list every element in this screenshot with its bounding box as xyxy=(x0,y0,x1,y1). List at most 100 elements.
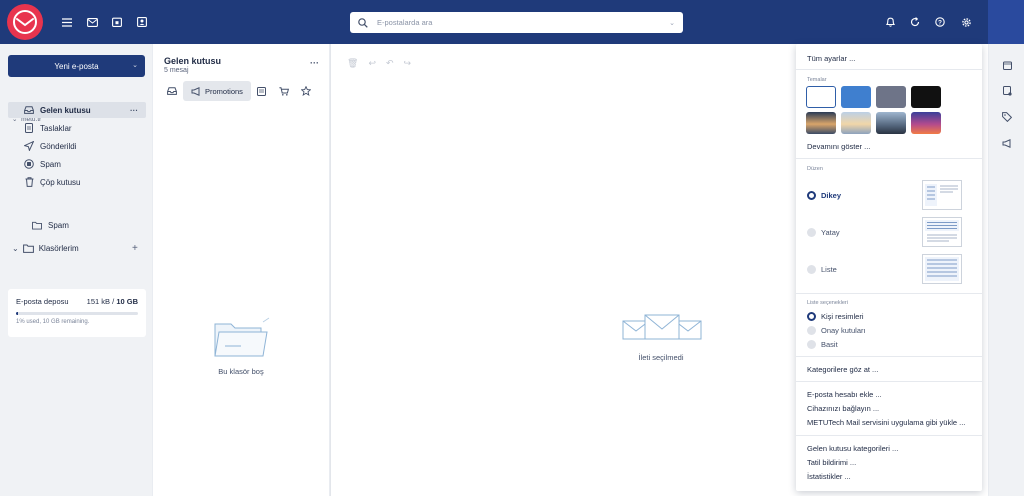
tab-favorites[interactable] xyxy=(295,81,317,101)
storage-total: 10 GB xyxy=(116,297,138,306)
chevron-down-icon: ⌄ xyxy=(12,244,19,253)
megaphone-icon xyxy=(191,86,200,96)
delete-icon[interactable]: 🗑 xyxy=(347,58,358,69)
theme-swatch-sunset[interactable] xyxy=(911,112,941,134)
layout-option-list[interactable]: Liste xyxy=(807,265,837,274)
cart-icon xyxy=(279,86,289,96)
help-icon[interactable]: ? xyxy=(932,14,948,30)
no-message-selected: İleti seçilmedi xyxy=(638,353,684,362)
vacation-notice-link[interactable]: Tatil bildirimi ... xyxy=(807,458,856,467)
radio-unselected-icon xyxy=(807,265,816,274)
list-option-simple[interactable]: Basit xyxy=(807,340,838,349)
theme-swatch-white[interactable] xyxy=(806,86,836,108)
theme-swatch-black[interactable] xyxy=(911,86,941,108)
mail-icon[interactable] xyxy=(84,14,100,30)
more-icon[interactable]: ··· xyxy=(130,106,138,115)
sidebar-item-inbox[interactable]: Gelen kutusu ··· xyxy=(8,102,146,118)
app-logo[interactable] xyxy=(7,4,43,40)
bell-icon[interactable] xyxy=(882,14,898,30)
folder-icon xyxy=(32,220,42,230)
compose-label: Yeni e-posta xyxy=(54,61,99,71)
inbox-icon xyxy=(24,105,34,115)
tab-newsletters[interactable] xyxy=(251,81,273,101)
list-options-title: Liste seçenekleri xyxy=(807,300,848,306)
theme-swatch-sky[interactable] xyxy=(841,112,871,134)
reply-all-icon[interactable]: ↶ xyxy=(386,58,394,69)
install-as-app-link[interactable]: METUTech Mail servisini uygulama gibi yü… xyxy=(807,418,965,427)
calendar-icon[interactable] xyxy=(109,14,125,30)
tab-purchases[interactable] xyxy=(273,81,295,101)
storage-remaining: 1% used, 10 GB remaining. xyxy=(16,319,90,325)
tag-icon[interactable] xyxy=(1002,112,1012,122)
storage-progress-bar xyxy=(16,312,138,315)
category-tabs: Promotions xyxy=(161,81,317,101)
divider xyxy=(796,69,982,70)
divider xyxy=(796,435,982,436)
search-input[interactable]: E-postalarda ara xyxy=(377,18,669,27)
layout-preview-vertical[interactable] xyxy=(922,180,962,210)
list-option-contact-pictures[interactable]: Kişi resimleri xyxy=(807,312,864,321)
tab-promotions[interactable]: Promotions xyxy=(183,81,251,101)
layout-option-vertical[interactable]: Dikey xyxy=(807,191,841,200)
tab-inbox[interactable] xyxy=(161,81,183,101)
list-option-label: Onay kutuları xyxy=(821,326,866,335)
sidebar-item-label: Gönderildi xyxy=(40,141,77,151)
chevron-down-icon[interactable]: ⌄ xyxy=(132,61,138,69)
radio-selected-icon xyxy=(807,191,816,200)
connect-device-link[interactable]: Cihazınızı bağlayın ... xyxy=(807,404,879,413)
menu-icon[interactable] xyxy=(59,14,75,30)
theme-swatch-gray[interactable] xyxy=(876,86,906,108)
calendar-icon[interactable] xyxy=(1002,60,1012,70)
sidebar-item-folder-spam[interactable]: Spam xyxy=(8,217,146,233)
inbox-icon xyxy=(167,87,177,95)
message-list: Gelen kutusu 5 mesaj ··· Promotions Bu k… xyxy=(153,44,329,496)
avatar[interactable] xyxy=(988,0,1024,44)
sidebar-item-drafts[interactable]: Taslaklar xyxy=(8,120,146,136)
show-more-themes-link[interactable]: Devamını göster ... xyxy=(807,142,870,151)
search-icon xyxy=(358,17,368,28)
list-option-label: Basit xyxy=(821,340,838,349)
list-option-checkboxes[interactable]: Onay kutuları xyxy=(807,326,866,335)
sidebar-item-sent[interactable]: Gönderildi xyxy=(8,138,146,154)
sidebar-item-label: Taslaklar xyxy=(40,123,72,133)
layout-option-horizontal[interactable]: Yatay xyxy=(807,228,840,237)
forward-icon[interactable]: ↪ xyxy=(404,58,412,69)
statistics-link[interactable]: İstatistikler ... xyxy=(807,472,851,481)
sidebar: Yeni e-posta ⌄ ⌄ metu.tr Gelen kutusu ··… xyxy=(0,44,152,496)
inbox-categories-link[interactable]: Gelen kutusu kategorileri ... xyxy=(807,444,898,453)
divider xyxy=(796,158,982,159)
gear-icon[interactable] xyxy=(958,14,974,30)
my-folders-label: Klasörlerim xyxy=(38,244,79,253)
themes-title: Temalar xyxy=(807,77,827,83)
megaphone-icon[interactable] xyxy=(1002,138,1012,148)
sidebar-item-spam[interactable]: Spam xyxy=(8,156,146,172)
reply-icon[interactable]: ↩ xyxy=(368,58,376,69)
sync-icon[interactable] xyxy=(907,14,923,30)
draft-icon xyxy=(24,123,34,133)
add-folder-button[interactable]: + xyxy=(132,243,138,254)
add-email-account-link[interactable]: E-posta hesabı ekle ... xyxy=(807,390,882,399)
storage-quota-card: E-posta deposu 151 kB / 10 GB 1% used, 1… xyxy=(8,289,146,337)
layout-option-label: Liste xyxy=(821,265,837,274)
tasks-icon[interactable] xyxy=(1002,86,1012,96)
search-bar[interactable]: E-postalarda ara ⌄ xyxy=(350,12,683,33)
all-settings-link[interactable]: Tüm ayarlar ... xyxy=(807,54,855,63)
layout-preview-horizontal[interactable] xyxy=(922,217,962,247)
theme-swatch-blue[interactable] xyxy=(841,86,871,108)
radio-unselected-icon xyxy=(807,228,816,237)
browse-categories-link[interactable]: Kategorilere göz at ... xyxy=(807,365,878,374)
reader-toolbar: 🗑 ↩ ↶ ↪ xyxy=(347,58,411,69)
layout-preview-list[interactable] xyxy=(922,254,962,284)
envelope-logo-icon xyxy=(13,10,37,34)
sidebar-item-label: Gelen kutusu xyxy=(40,105,91,115)
theme-swatch-landscape[interactable] xyxy=(806,112,836,134)
envelopes-icon xyxy=(622,314,702,340)
theme-swatch-city[interactable] xyxy=(876,112,906,134)
compose-button[interactable]: Yeni e-posta ⌄ xyxy=(8,55,145,77)
more-icon[interactable]: ··· xyxy=(310,58,319,68)
my-folders-group[interactable]: ⌄ Klasörlerim + xyxy=(12,243,138,254)
chevron-down-icon[interactable]: ⌄ xyxy=(669,19,675,27)
sidebar-item-trash[interactable]: Çöp kutusu xyxy=(8,174,146,190)
contacts-icon[interactable] xyxy=(134,14,150,30)
top-bar: E-postalarda ara ⌄ ? xyxy=(0,0,1024,44)
